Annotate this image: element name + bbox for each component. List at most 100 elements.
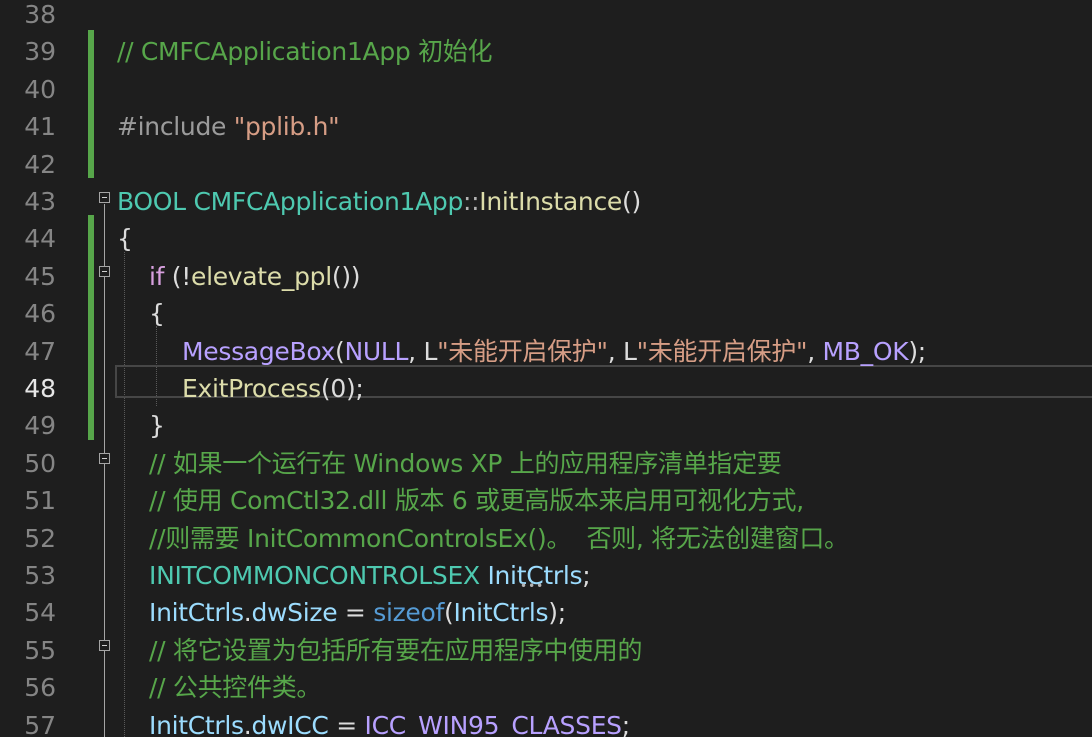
code-text: // 公共控件类。 [149,671,321,705]
code-line[interactable]: 47 MessageBox(NULL, L"未能开启保护", L"未能开启保护",… [0,333,1092,370]
code-line[interactable]: 57 InitCtrls.dwICC = ICC_WIN95_CLASSES; [0,707,1092,737]
code-line[interactable]: 50 // 如果一个运行在 Windows XP 上的应用程序清单指定要 [0,445,1092,482]
line-number: 43 [24,187,56,216]
code-line[interactable]: 54 InitCtrls.dwSize = sizeof(InitCtrls); [0,594,1092,631]
code-line[interactable]: 55 // 将它设置为包括所有要在应用程序中使用的 [0,632,1092,669]
code-token: ); [908,336,926,366]
code-token: ExitProcess [182,374,321,403]
code-token: () [622,187,641,216]
code-token: "未能开启保护" [636,336,808,366]
code-line[interactable]: 46 { [0,295,1092,332]
code-token: ); [548,598,566,628]
code-token: "pplib.h" [233,112,340,142]
code-token: NULL [344,336,409,366]
code-token: // CMFCApplication1App 初始化 [117,37,493,67]
line-number: 57 [24,710,56,737]
code-text: } [149,409,165,443]
code-token: MessageBox [182,336,336,366]
code-line[interactable]: 48 ExitProcess(0); [0,370,1092,407]
code-token: sizeof [373,598,445,628]
code-line[interactable]: 44 { [0,220,1092,257]
code-token: dwSize [251,598,338,628]
line-number: 46 [24,299,56,329]
code-token: } [149,411,165,441]
line-number: 42 [24,149,56,179]
code-text: // CMFCApplication1App 初始化 [117,35,493,69]
code-token: , [807,336,823,366]
code-text: InitCtrls.dwSize = sizeof(InitCtrls); [149,596,566,630]
line-number: 39 [24,37,56,67]
line-number: 44 [24,224,56,254]
code-token: InitCtrls [149,710,244,737]
code-text: // 将它设置为包括所有要在应用程序中使用的 [149,634,643,668]
code-line[interactable]: 52 //则需要 InitCommonControlsEx()。 否则, 将无法创… [0,520,1092,557]
line-number: 49 [24,411,56,441]
code-line[interactable]: 40 [0,71,1092,108]
code-text: // 如果一个运行在 Windows XP 上的应用程序清单指定要 [149,447,782,481]
code-token: { [149,299,165,329]
code-token: dwICC [251,710,329,737]
line-number: 48 [24,374,56,403]
code-token: ()) [331,261,361,291]
line-number: 53 [24,561,56,590]
line-number: 45 [24,261,56,291]
line-number: 52 [24,523,56,553]
code-token: InitCtrls [149,598,244,628]
code-token: = [337,598,374,628]
code-token: = [328,710,365,737]
code-line[interactable]: 51 // 使用 ComCtl32.dll 版本 6 或更高版本来启用可视化方式, [0,482,1092,519]
code-token: BOOL [117,187,194,216]
code-line[interactable]: 49} [0,407,1092,444]
code-token: // 如果一个运行在 Windows XP 上的应用程序清单指定要 [149,448,782,478]
code-text: #include "pplib.h" [117,110,340,144]
code-line[interactable]: 43 BOOL CMFCApplication1App::InitInstance… [0,183,1092,220]
code-text: if (!elevate_ppl()) [149,260,361,294]
code-token: INITCOMMONCONTROLSEX [149,561,488,590]
code-token: { [117,224,133,254]
code-line[interactable]: 45 if (!elevate_ppl()) [0,258,1092,295]
code-token: (0); [320,374,364,403]
code-text: // 使用 ComCtl32.dll 版本 6 或更高版本来启用可视化方式, [149,484,804,518]
code-token: "未能开启保护" [437,336,608,366]
line-number: 41 [24,112,56,142]
code-token: ; [582,561,591,590]
code-editor[interactable]: 38 39 // CMFCApplication1App 初始化 40 41 #inclu… [0,0,1092,737]
line-number: 55 [24,635,56,665]
line-number: 38 [24,0,56,29]
code-token: , L [607,336,637,366]
code-text: InitCtrls.dwICC = ICC_WIN95_CLASSES; [149,709,630,737]
line-number: 40 [24,74,56,104]
code-token: #include [117,112,234,142]
code-token: InitInstance [479,187,622,216]
code-token: // 公共控件类。 [149,673,322,703]
code-text: ExitProcess(0); [182,372,364,406]
code-token: ICC_WIN95_CLASSES [364,710,623,737]
code-token: CMFCApplication1App [193,187,464,216]
code-token: , L [408,336,438,366]
code-text: BOOL CMFCApplication1App::InitInstance() [117,185,641,219]
code-token: ( [335,336,345,366]
code-token: // 使用 ComCtl32.dll 版本 6 或更高版本来启用可视化方式, [149,486,804,516]
code-token: :: [463,187,480,216]
code-line[interactable]: 53 INITCOMMONCONTROLSEX InitCtrls; [0,557,1092,594]
line-number: 51 [24,486,56,516]
code-token: (! [171,261,191,291]
quick-action-dots-icon[interactable]: ••• [520,579,544,593]
line-number: 50 [24,448,56,478]
code-line[interactable]: 56 // 公共控件类。 [0,669,1092,706]
code-token: InitCtrls [453,598,549,628]
code-line[interactable]: 42 [0,146,1092,183]
code-token: //则需要 InitCommonControlsEx()。 否则, 将无法创建窗… [149,523,849,553]
code-line[interactable]: 41 #include "pplib.h" [0,108,1092,145]
code-token: MB_OK [822,336,909,366]
line-number: 54 [24,598,56,628]
code-line[interactable]: 39 // CMFCApplication1App 初始化 [0,33,1092,70]
code-token: // 将它设置为包括所有要在应用程序中使用的 [149,635,643,665]
code-text: { [149,297,165,331]
code-line[interactable]: 38 [0,0,1092,33]
code-text: { [117,222,133,256]
code-token: ; [621,710,630,737]
code-token: elevate_ppl [190,261,332,291]
line-number: 56 [24,673,56,703]
line-number: 47 [24,336,56,366]
